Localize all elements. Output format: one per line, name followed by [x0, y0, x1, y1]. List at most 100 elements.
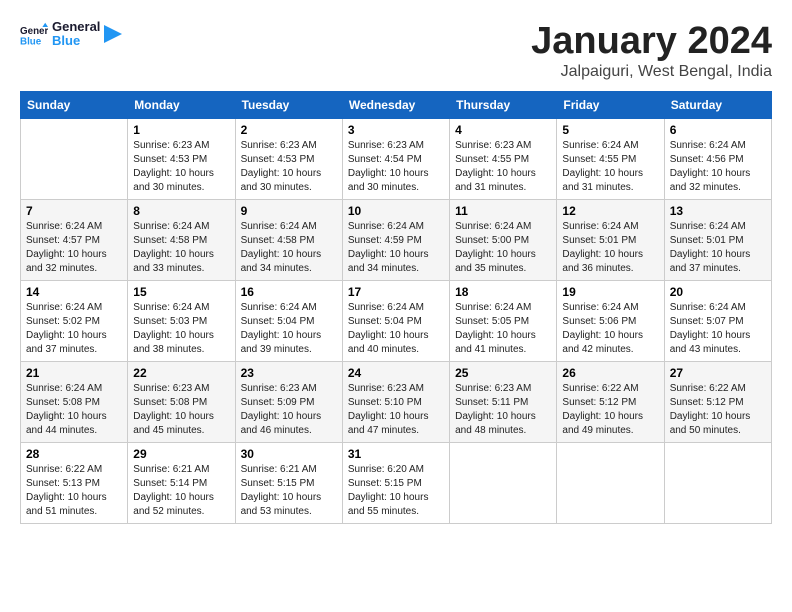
day-number: 22 — [133, 366, 229, 380]
day-number: 15 — [133, 285, 229, 299]
svg-text:General: General — [20, 26, 48, 37]
day-number: 4 — [455, 123, 551, 137]
calendar-cell: 3 Sunrise: 6:23 AMSunset: 4:54 PMDayligh… — [342, 119, 449, 200]
calendar-cell: 27 Sunrise: 6:22 AMSunset: 5:12 PMDaylig… — [664, 362, 771, 443]
calendar-cell — [664, 443, 771, 524]
day-info: Sunrise: 6:23 AMSunset: 4:55 PMDaylight:… — [455, 139, 551, 195]
calendar-cell — [21, 119, 128, 200]
calendar-cell: 7 Sunrise: 6:24 AMSunset: 4:57 PMDayligh… — [21, 200, 128, 281]
week-row-3: 14 Sunrise: 6:24 AMSunset: 5:02 PMDaylig… — [21, 281, 772, 362]
calendar-cell: 15 Sunrise: 6:24 AMSunset: 5:03 PMDaylig… — [128, 281, 235, 362]
day-info: Sunrise: 6:20 AMSunset: 5:15 PMDaylight:… — [348, 463, 444, 519]
calendar-cell: 21 Sunrise: 6:24 AMSunset: 5:08 PMDaylig… — [21, 362, 128, 443]
month-title: January 2024 — [531, 20, 772, 63]
day-number: 6 — [670, 123, 766, 137]
logo: General Blue General Blue — [20, 20, 122, 49]
week-row-5: 28 Sunrise: 6:22 AMSunset: 5:13 PMDaylig… — [21, 443, 772, 524]
calendar-cell — [557, 443, 664, 524]
calendar-cell: 22 Sunrise: 6:23 AMSunset: 5:08 PMDaylig… — [128, 362, 235, 443]
calendar-cell: 29 Sunrise: 6:21 AMSunset: 5:14 PMDaylig… — [128, 443, 235, 524]
calendar-cell: 18 Sunrise: 6:24 AMSunset: 5:05 PMDaylig… — [450, 281, 557, 362]
calendar-cell: 23 Sunrise: 6:23 AMSunset: 5:09 PMDaylig… — [235, 362, 342, 443]
calendar-cell: 25 Sunrise: 6:23 AMSunset: 5:11 PMDaylig… — [450, 362, 557, 443]
calendar-cell — [450, 443, 557, 524]
day-info: Sunrise: 6:24 AMSunset: 4:58 PMDaylight:… — [241, 220, 337, 276]
day-number: 1 — [133, 123, 229, 137]
calendar-cell: 28 Sunrise: 6:22 AMSunset: 5:13 PMDaylig… — [21, 443, 128, 524]
day-number: 9 — [241, 204, 337, 218]
calendar-cell: 10 Sunrise: 6:24 AMSunset: 4:59 PMDaylig… — [342, 200, 449, 281]
day-info: Sunrise: 6:24 AMSunset: 5:02 PMDaylight:… — [26, 301, 122, 357]
calendar-cell: 5 Sunrise: 6:24 AMSunset: 4:55 PMDayligh… — [557, 119, 664, 200]
day-info: Sunrise: 6:23 AMSunset: 4:54 PMDaylight:… — [348, 139, 444, 195]
day-info: Sunrise: 6:22 AMSunset: 5:13 PMDaylight:… — [26, 463, 122, 519]
day-info: Sunrise: 6:21 AMSunset: 5:15 PMDaylight:… — [241, 463, 337, 519]
day-info: Sunrise: 6:24 AMSunset: 4:58 PMDaylight:… — [133, 220, 229, 276]
day-info: Sunrise: 6:23 AMSunset: 5:09 PMDaylight:… — [241, 382, 337, 438]
logo-icon: General Blue — [20, 20, 48, 48]
day-info: Sunrise: 6:24 AMSunset: 4:59 PMDaylight:… — [348, 220, 444, 276]
day-info: Sunrise: 6:24 AMSunset: 4:56 PMDaylight:… — [670, 139, 766, 195]
calendar-cell: 31 Sunrise: 6:20 AMSunset: 5:15 PMDaylig… — [342, 443, 449, 524]
day-number: 10 — [348, 204, 444, 218]
day-number: 25 — [455, 366, 551, 380]
day-number: 17 — [348, 285, 444, 299]
page-header: General Blue General Blue January 2024 J… — [20, 20, 772, 81]
day-info: Sunrise: 6:22 AMSunset: 5:12 PMDaylight:… — [670, 382, 766, 438]
week-row-4: 21 Sunrise: 6:24 AMSunset: 5:08 PMDaylig… — [21, 362, 772, 443]
day-number: 27 — [670, 366, 766, 380]
day-info: Sunrise: 6:24 AMSunset: 5:08 PMDaylight:… — [26, 382, 122, 438]
weekday-header-wednesday: Wednesday — [342, 92, 449, 119]
day-number: 20 — [670, 285, 766, 299]
calendar-cell: 17 Sunrise: 6:24 AMSunset: 5:04 PMDaylig… — [342, 281, 449, 362]
day-number: 14 — [26, 285, 122, 299]
svg-text:Blue: Blue — [20, 37, 42, 48]
calendar-cell: 20 Sunrise: 6:24 AMSunset: 5:07 PMDaylig… — [664, 281, 771, 362]
day-number: 28 — [26, 447, 122, 461]
day-info: Sunrise: 6:23 AMSunset: 4:53 PMDaylight:… — [133, 139, 229, 195]
day-info: Sunrise: 6:24 AMSunset: 5:06 PMDaylight:… — [562, 301, 658, 357]
day-number: 16 — [241, 285, 337, 299]
day-info: Sunrise: 6:24 AMSunset: 5:04 PMDaylight:… — [348, 301, 444, 357]
calendar-cell: 9 Sunrise: 6:24 AMSunset: 4:58 PMDayligh… — [235, 200, 342, 281]
day-number: 30 — [241, 447, 337, 461]
day-info: Sunrise: 6:23 AMSunset: 4:53 PMDaylight:… — [241, 139, 337, 195]
calendar-cell: 4 Sunrise: 6:23 AMSunset: 4:55 PMDayligh… — [450, 119, 557, 200]
calendar-cell: 2 Sunrise: 6:23 AMSunset: 4:53 PMDayligh… — [235, 119, 342, 200]
day-number: 12 — [562, 204, 658, 218]
calendar-cell: 8 Sunrise: 6:24 AMSunset: 4:58 PMDayligh… — [128, 200, 235, 281]
calendar-cell: 12 Sunrise: 6:24 AMSunset: 5:01 PMDaylig… — [557, 200, 664, 281]
day-info: Sunrise: 6:24 AMSunset: 5:04 PMDaylight:… — [241, 301, 337, 357]
day-number: 5 — [562, 123, 658, 137]
day-info: Sunrise: 6:24 AMSunset: 5:05 PMDaylight:… — [455, 301, 551, 357]
day-number: 26 — [562, 366, 658, 380]
logo-arrow-icon — [104, 25, 122, 43]
day-number: 24 — [348, 366, 444, 380]
calendar-cell: 16 Sunrise: 6:24 AMSunset: 5:04 PMDaylig… — [235, 281, 342, 362]
day-number: 7 — [26, 204, 122, 218]
day-number: 18 — [455, 285, 551, 299]
day-number: 23 — [241, 366, 337, 380]
week-row-1: 1 Sunrise: 6:23 AMSunset: 4:53 PMDayligh… — [21, 119, 772, 200]
logo-text-general: General — [52, 20, 100, 34]
calendar-cell: 14 Sunrise: 6:24 AMSunset: 5:02 PMDaylig… — [21, 281, 128, 362]
calendar-cell: 1 Sunrise: 6:23 AMSunset: 4:53 PMDayligh… — [128, 119, 235, 200]
calendar-cell: 11 Sunrise: 6:24 AMSunset: 5:00 PMDaylig… — [450, 200, 557, 281]
day-number: 2 — [241, 123, 337, 137]
day-number: 31 — [348, 447, 444, 461]
weekday-header-monday: Monday — [128, 92, 235, 119]
day-number: 11 — [455, 204, 551, 218]
day-number: 3 — [348, 123, 444, 137]
week-row-2: 7 Sunrise: 6:24 AMSunset: 4:57 PMDayligh… — [21, 200, 772, 281]
day-info: Sunrise: 6:24 AMSunset: 5:01 PMDaylight:… — [562, 220, 658, 276]
logo-text-blue: Blue — [52, 34, 100, 48]
day-info: Sunrise: 6:22 AMSunset: 5:12 PMDaylight:… — [562, 382, 658, 438]
day-number: 13 — [670, 204, 766, 218]
title-area: January 2024 Jalpaiguri, West Bengal, In… — [531, 20, 772, 81]
calendar-cell: 19 Sunrise: 6:24 AMSunset: 5:06 PMDaylig… — [557, 281, 664, 362]
calendar-cell: 13 Sunrise: 6:24 AMSunset: 5:01 PMDaylig… — [664, 200, 771, 281]
day-number: 19 — [562, 285, 658, 299]
day-info: Sunrise: 6:23 AMSunset: 5:08 PMDaylight:… — [133, 382, 229, 438]
day-number: 21 — [26, 366, 122, 380]
day-info: Sunrise: 6:24 AMSunset: 5:03 PMDaylight:… — [133, 301, 229, 357]
